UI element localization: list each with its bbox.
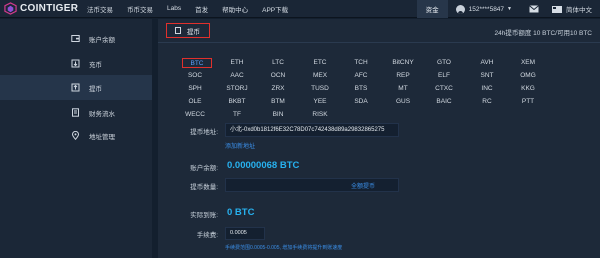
panel-header: 提币 24h提币额度 10 BTC/可用10 BTC: [158, 19, 600, 43]
coin-option[interactable]: ETH: [220, 58, 254, 68]
coin-option[interactable]: SNT: [470, 71, 504, 81]
sidebar-item-label: 财务流水: [89, 110, 115, 118]
language-switch[interactable]: 简体中文: [548, 4, 600, 14]
coin-option[interactable]: REP: [386, 71, 420, 81]
nav-coin-trading[interactable]: 币币交易: [120, 4, 160, 14]
sidebar: 账户余额 充币 提币 财务流水 地址管理: [0, 19, 152, 258]
mail-icon: [529, 5, 539, 13]
sidebar-item-address-management[interactable]: 地址管理: [0, 123, 152, 148]
wallet-icon: [70, 34, 80, 44]
coin-option[interactable]: TUSD: [303, 84, 337, 94]
sidebar-item-label: 提币: [89, 85, 102, 93]
coin-option[interactable]: PTT: [511, 97, 545, 107]
withdraw-tab-icon: [175, 27, 181, 34]
coin-option[interactable]: GTO: [427, 58, 461, 68]
sidebar-item-withdraw[interactable]: 提币: [0, 75, 152, 100]
amount-label: 提币数量:: [190, 184, 218, 191]
user-phone: 152****5847: [468, 5, 505, 13]
coin-option[interactable]: BKBT: [220, 97, 254, 107]
tab-label: 提币: [187, 28, 200, 36]
coin-option[interactable]: INC: [470, 84, 504, 94]
ledger-icon: [70, 108, 80, 118]
coin-option[interactable]: SOC: [178, 71, 212, 81]
tiger-logo-icon: [4, 2, 17, 15]
balance-label: 账户余额:: [190, 165, 218, 172]
coin-option[interactable]: AAC: [220, 71, 254, 81]
sidebar-item-label: 地址管理: [89, 133, 115, 141]
nav-fiat-trading[interactable]: 法币交易: [80, 4, 120, 14]
coin-option[interactable]: BitCNY: [386, 58, 420, 68]
arrive-label: 实际到账:: [190, 212, 218, 219]
withdraw-limit-text: 24h提币额度 10 BTC/可用10 BTC: [494, 30, 592, 37]
actual-arrival-value: 0 BTC: [227, 207, 255, 218]
nav-right: 资金 152****5847 ▼ 简体中文: [416, 0, 600, 18]
mail-button[interactable]: [520, 5, 548, 13]
coin-option[interactable]: KKG: [511, 84, 545, 94]
coin-option[interactable]: LTC: [261, 58, 295, 68]
coin-option[interactable]: TF: [220, 110, 254, 120]
nav-assets[interactable]: 资金: [416, 0, 448, 18]
sidebar-item-label: 账户余额: [89, 36, 115, 44]
address-label: 提币地址:: [190, 129, 218, 136]
coin-option[interactable]: RC: [470, 97, 504, 107]
nav-app-download[interactable]: APP下载: [255, 4, 295, 14]
coin-option[interactable]: SDA: [344, 97, 378, 107]
nav-first-launch[interactable]: 首发: [188, 4, 215, 14]
account-balance-value: 0.00000068 BTC: [227, 160, 300, 171]
fee-input[interactable]: 0.0005: [225, 227, 265, 240]
coin-option[interactable]: MT: [386, 84, 420, 94]
coin-option[interactable]: STORJ: [220, 84, 254, 94]
sidebar-item-label: 充币: [89, 61, 102, 69]
coin-option[interactable]: ETC: [303, 58, 337, 68]
coin-option[interactable]: GUS: [386, 97, 420, 107]
deposit-icon: [70, 59, 80, 69]
coin-option[interactable]: RISK: [303, 110, 337, 120]
coin-option[interactable]: BAIC: [427, 97, 461, 107]
language-label: 简体中文: [566, 7, 592, 14]
fee-range-note: 手续费范围0.0005-0.005, 增加手续费将提升到账速度: [225, 245, 343, 251]
withdraw-panel: 提币 24h提币额度 10 BTC/可用10 BTC BTC ETH LTC E…: [158, 19, 600, 258]
withdraw-icon: [70, 83, 80, 93]
logo[interactable]: COINTIGER: [0, 2, 80, 15]
chevron-down-icon: ▼: [507, 6, 512, 12]
withdraw-all-button[interactable]: 全额提币: [351, 181, 375, 190]
coin-option[interactable]: SPH: [178, 84, 212, 94]
user-menu[interactable]: 152****5847 ▼: [448, 4, 520, 14]
coin-option[interactable]: ZRX: [261, 84, 295, 94]
tab-withdraw[interactable]: 提币: [166, 23, 210, 38]
coin-option[interactable]: OLE: [178, 97, 212, 107]
logo-text: COINTIGER: [20, 3, 79, 14]
coin-option[interactable]: BIN: [261, 110, 295, 120]
sidebar-item-ledger[interactable]: 财务流水: [0, 100, 152, 125]
coin-option[interactable]: AVH: [470, 58, 504, 68]
coin-option[interactable]: XEM: [511, 58, 545, 68]
coin-option[interactable]: OMG: [511, 71, 545, 81]
coin-option-btc[interactable]: BTC: [182, 58, 212, 68]
coin-option[interactable]: BTS: [344, 84, 378, 94]
coin-option[interactable]: AFC: [344, 71, 378, 81]
nav-help-center[interactable]: 帮助中心: [215, 4, 255, 14]
coin-option[interactable]: YEE: [303, 97, 337, 107]
location-icon: [70, 131, 80, 141]
sidebar-item-balance[interactable]: 账户余额: [0, 26, 152, 51]
fee-label: 手续费:: [196, 232, 218, 239]
main-nav: 法币交易 币币交易 Labs 首发 帮助中心 APP下载: [80, 4, 295, 14]
coin-option[interactable]: CTXC: [427, 84, 461, 94]
coin-option[interactable]: OCN: [261, 71, 295, 81]
nav-labs[interactable]: Labs: [160, 5, 188, 12]
top-navbar: COINTIGER 法币交易 币币交易 Labs 首发 帮助中心 APP下载 资…: [0, 0, 600, 18]
coin-option[interactable]: WECC: [178, 110, 212, 120]
withdraw-address-field[interactable]: 小北-0xd0b1812f6E32C78D07c742438d89a298328…: [225, 123, 399, 137]
user-avatar-icon: [455, 4, 465, 14]
sidebar-item-deposit[interactable]: 充币: [0, 51, 152, 76]
coin-option[interactable]: BTM: [261, 97, 295, 107]
coin-option[interactable]: TCH: [344, 58, 378, 68]
coin-option[interactable]: MEX: [303, 71, 337, 81]
flag-icon: [552, 5, 562, 13]
add-address-link[interactable]: 添加新地址: [225, 141, 255, 150]
coin-option[interactable]: ELF: [427, 71, 461, 81]
